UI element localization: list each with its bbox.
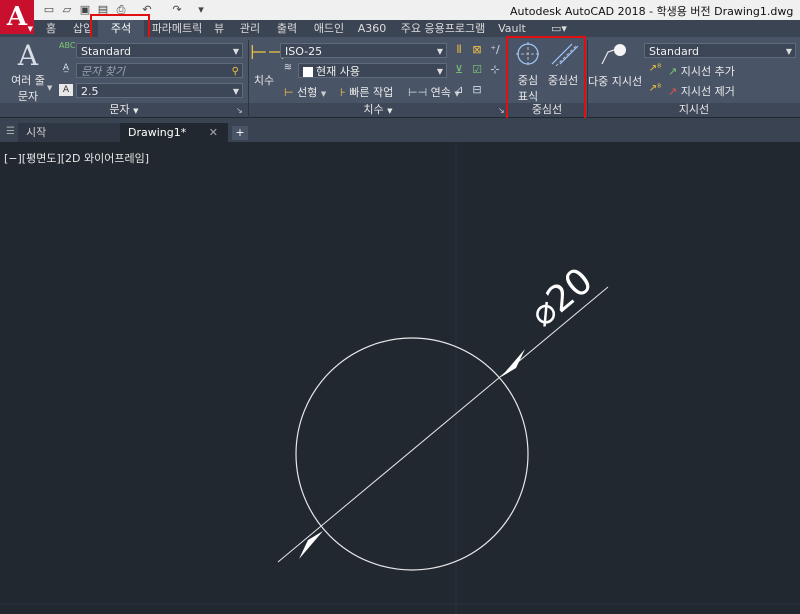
application-menu-button[interactable]: A ▼ — [0, 0, 34, 34]
chevron-down-icon: ▼ — [27, 24, 33, 33]
drawing-canvas: ⌀20 — [0, 143, 800, 614]
diameter-dimension-line — [277, 286, 609, 563]
dimension-text: ⌀20 — [523, 260, 601, 335]
autocad-logo-icon: A — [6, 2, 28, 32]
dimension-arrow-lower — [299, 531, 323, 559]
circle-entity — [295, 337, 529, 571]
